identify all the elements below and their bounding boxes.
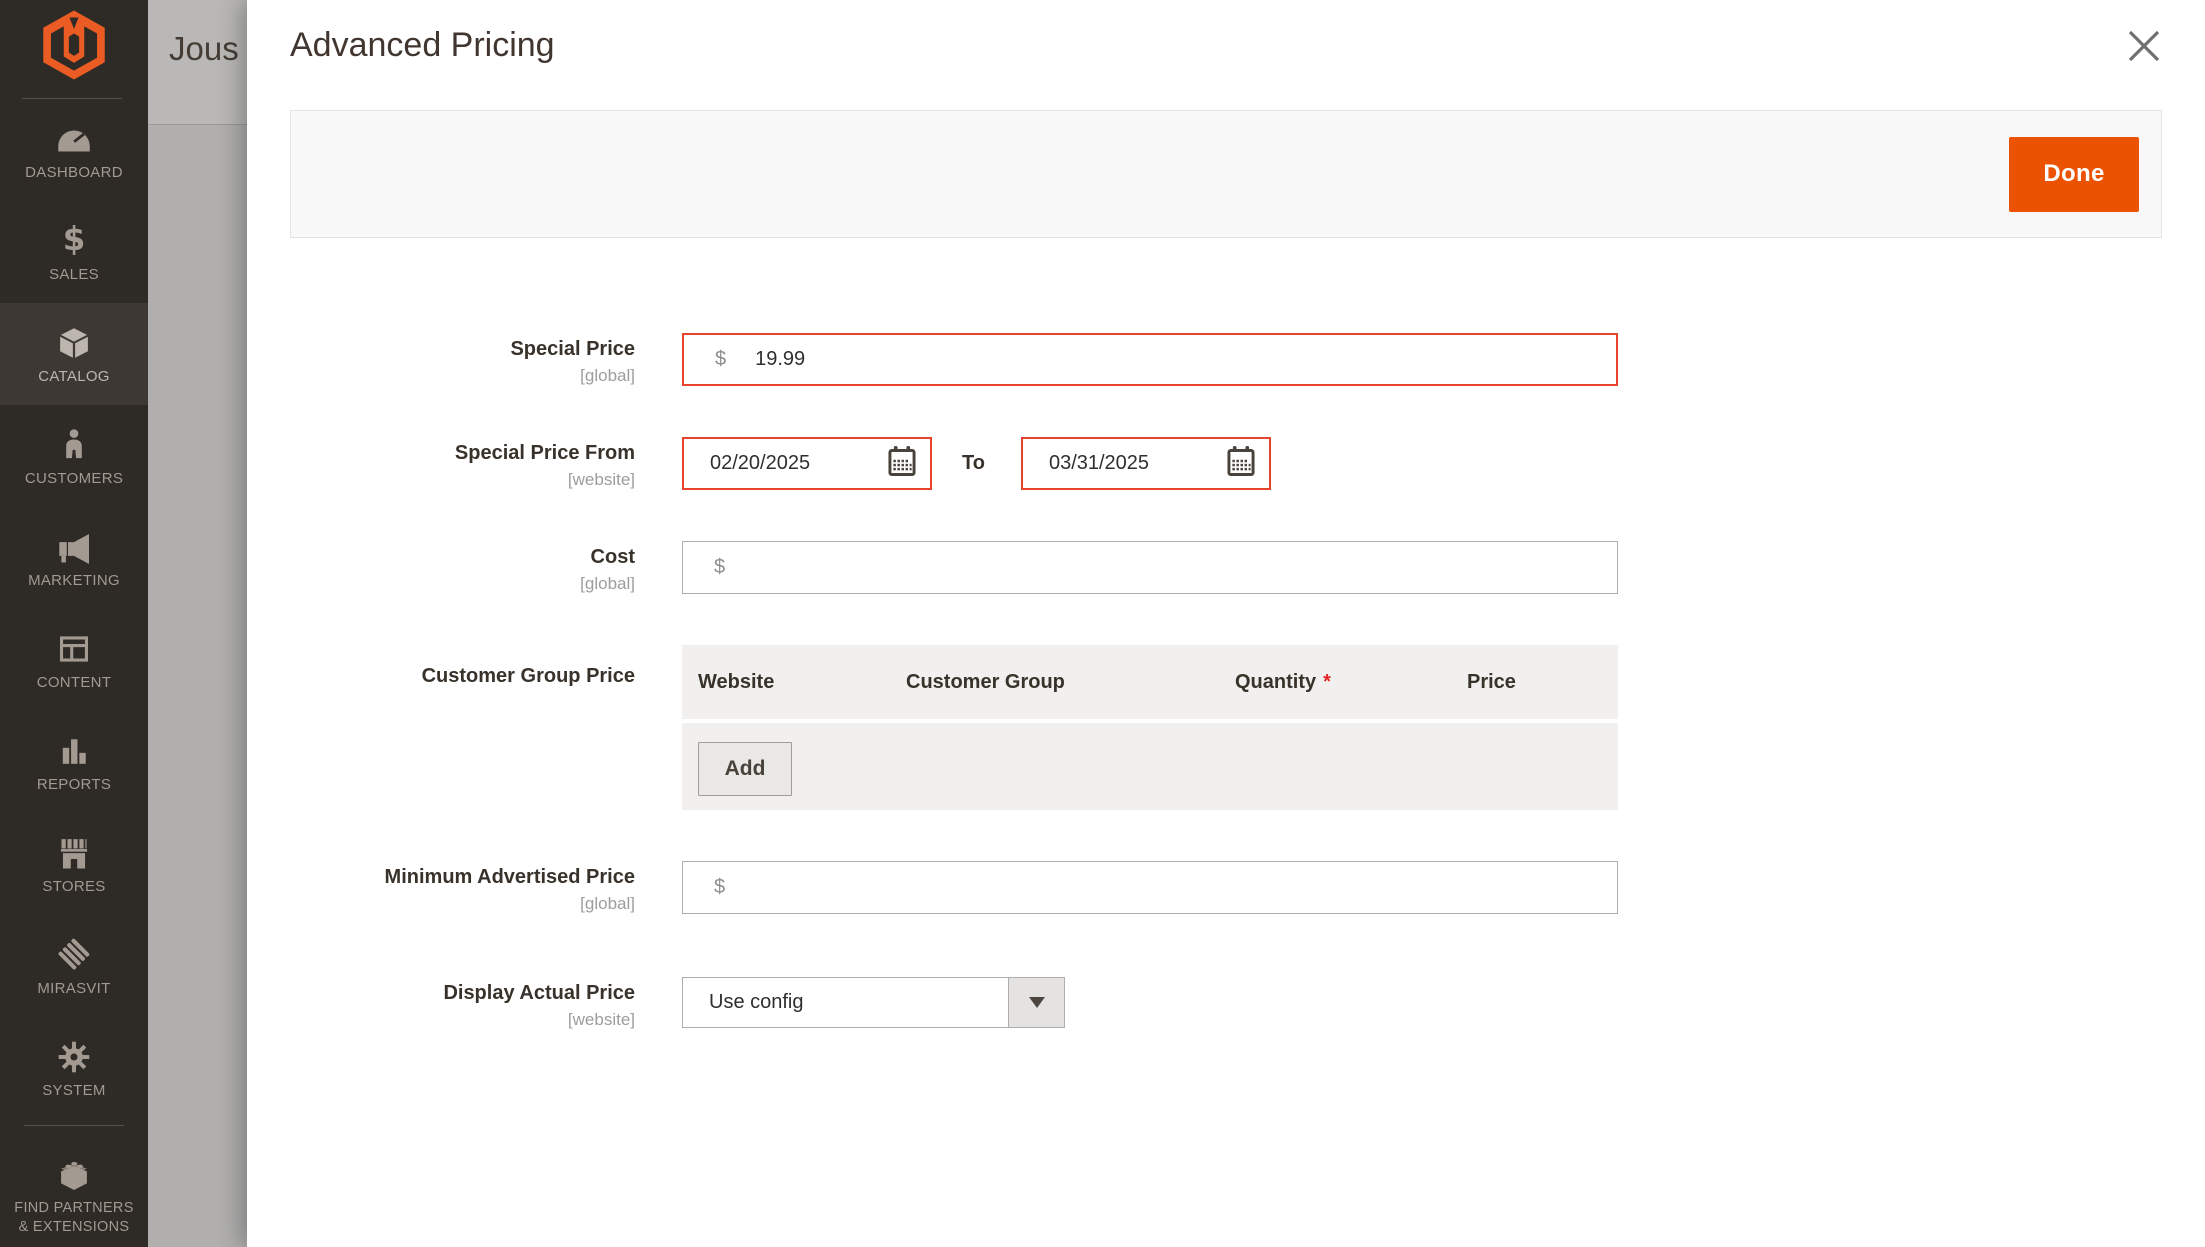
- extensions-icon: [56, 1154, 92, 1192]
- sidebar-item-mirasvit[interactable]: MIRASVIT: [0, 915, 148, 1017]
- background-page-header: Jous: [148, 0, 247, 125]
- content-icon: [57, 628, 91, 666]
- calendar-icon[interactable]: [1226, 445, 1256, 483]
- sidebar-item-sales[interactable]: $ SALES: [0, 201, 148, 303]
- reports-icon: [58, 730, 90, 768]
- sidebar-item-label: STORES: [42, 877, 105, 897]
- column-header-price: Price: [1451, 671, 1618, 694]
- cost-input[interactable]: $: [682, 541, 1618, 594]
- special-price-from-value: 02/20/2025: [710, 452, 810, 475]
- mirasvit-icon: [57, 934, 91, 972]
- sidebar-item-label: CATALOG: [38, 367, 110, 387]
- modal-title: Advanced Pricing: [290, 26, 2160, 65]
- column-header-quantity: Quantity*: [1219, 671, 1451, 694]
- customer-group-price-table: WebsiteCustomer GroupQuantity*Price Add: [682, 645, 1618, 810]
- special-price-from-input[interactable]: 02/20/2025: [682, 437, 932, 490]
- sidebar-nav: DASHBOARD $ SALES CATALOG CUSTOMERS MARKETING…: [0, 99, 148, 1247]
- sidebar-item-customers[interactable]: CUSTOMERS: [0, 405, 148, 507]
- sidebar-item-label: DASHBOARD: [25, 163, 123, 183]
- special-price-from-scope: [website]: [290, 470, 635, 490]
- cost-scope: [global]: [290, 574, 635, 594]
- currency-prefix: $: [714, 876, 725, 899]
- stores-icon: [56, 832, 92, 870]
- magento-logo[interactable]: [0, 0, 148, 99]
- display-actual-price-value: Use config: [683, 991, 1008, 1014]
- catalog-icon: [57, 322, 91, 360]
- sidebar-item-label: CONTENT: [37, 673, 112, 693]
- advanced-pricing-form: Special Price [global] $ 19.99 Special P…: [247, 238, 2205, 1030]
- sidebar-item-system[interactable]: SYSTEM: [0, 1017, 148, 1119]
- sidebar-item-find-partners-extensions[interactable]: FIND PARTNERS & EXTENSIONS: [0, 1132, 148, 1247]
- sidebar-item-reports[interactable]: REPORTS: [0, 711, 148, 813]
- special-price-to-value: 03/31/2025: [1049, 452, 1149, 475]
- sidebar-item-catalog[interactable]: CATALOG: [0, 303, 148, 405]
- sidebar-item-label: REPORTS: [37, 775, 111, 795]
- display-actual-price-label: Display Actual Price: [290, 982, 635, 1005]
- currency-prefix: $: [715, 348, 726, 371]
- display-actual-price-row: Display Actual Price [website] Use confi…: [290, 977, 2205, 1030]
- dimmed-page-overlay: Jous: [148, 0, 247, 1247]
- special-price-label: Special Price: [290, 338, 635, 361]
- customers-icon: [61, 424, 87, 462]
- modal-header: Advanced Pricing: [247, 0, 2205, 110]
- cgp-header-row: WebsiteCustomer GroupQuantity*Price: [682, 645, 1618, 719]
- advanced-pricing-modal: Advanced Pricing Done Special Price [glo…: [247, 0, 2205, 1247]
- sidebar-divider: [24, 1125, 124, 1126]
- sales-icon: $: [59, 220, 89, 258]
- sidebar-item-label: SYSTEM: [42, 1081, 105, 1101]
- sidebar-item-dashboard[interactable]: DASHBOARD: [0, 99, 148, 201]
- system-icon: [57, 1036, 91, 1074]
- sidebar-item-marketing[interactable]: MARKETING: [0, 507, 148, 609]
- sidebar-item-label: MARKETING: [28, 571, 120, 591]
- sidebar-item-label: SALES: [49, 265, 99, 285]
- column-header-customer-group: Customer Group: [890, 671, 1219, 694]
- date-range-to-label: To: [962, 452, 985, 475]
- sidebar-item-label: CUSTOMERS: [25, 469, 123, 489]
- marketing-icon: [56, 526, 92, 564]
- admin-sidebar: DASHBOARD $ SALES CATALOG CUSTOMERS MARKETING…: [0, 0, 148, 1247]
- sidebar-item-label: FIND PARTNERS & EXTENSIONS: [14, 1199, 133, 1237]
- column-header-website: Website: [682, 671, 890, 694]
- add-customer-group-price-button[interactable]: Add: [698, 742, 792, 796]
- special-price-input[interactable]: $ 19.99: [682, 333, 1618, 386]
- special-price-from-label: Special Price From: [290, 442, 635, 465]
- required-asterisk: *: [1323, 671, 1331, 693]
- minimum-advertised-price-scope: [global]: [290, 894, 635, 914]
- calendar-icon[interactable]: [887, 445, 917, 483]
- display-actual-price-scope: [website]: [290, 1010, 635, 1030]
- display-actual-price-select[interactable]: Use config: [682, 977, 1065, 1028]
- svg-text:$: $: [63, 222, 86, 258]
- sidebar-item-label: MIRASVIT: [37, 979, 110, 999]
- sidebar-item-content[interactable]: CONTENT: [0, 609, 148, 711]
- dashboard-icon: [56, 118, 92, 156]
- close-icon[interactable]: [2123, 26, 2165, 68]
- cgp-empty-row: Add: [682, 723, 1618, 810]
- special-price-row: Special Price [global] $ 19.99: [290, 333, 2205, 386]
- currency-prefix: $: [714, 556, 725, 579]
- app-window: DASHBOARD $ SALES CATALOG CUSTOMERS MARKETING…: [0, 0, 2205, 1247]
- minimum-advertised-price-row: Minimum Advertised Price [global] $: [290, 861, 2205, 914]
- special-price-dates-row: Special Price From [website] 02/20/2025: [290, 437, 2205, 490]
- special-price-scope: [global]: [290, 366, 635, 386]
- done-button[interactable]: Done: [2009, 137, 2139, 212]
- minimum-advertised-price-input[interactable]: $: [682, 861, 1618, 914]
- modal-toolbar: Done: [290, 110, 2162, 238]
- customer-group-price-row: Customer Group Price WebsiteCustomer Gro…: [290, 645, 2205, 810]
- minimum-advertised-price-label: Minimum Advertised Price: [290, 866, 635, 889]
- special-price-value: 19.99: [755, 348, 805, 371]
- cost-row: Cost [global] $: [290, 541, 2205, 594]
- customer-group-price-label: Customer Group Price: [290, 665, 635, 688]
- special-price-to-input[interactable]: 03/31/2025: [1021, 437, 1271, 490]
- cost-label: Cost: [290, 546, 635, 569]
- chevron-down-icon[interactable]: [1008, 978, 1064, 1027]
- background-page-title: Jous: [148, 0, 247, 68]
- sidebar-item-stores[interactable]: STORES: [0, 813, 148, 915]
